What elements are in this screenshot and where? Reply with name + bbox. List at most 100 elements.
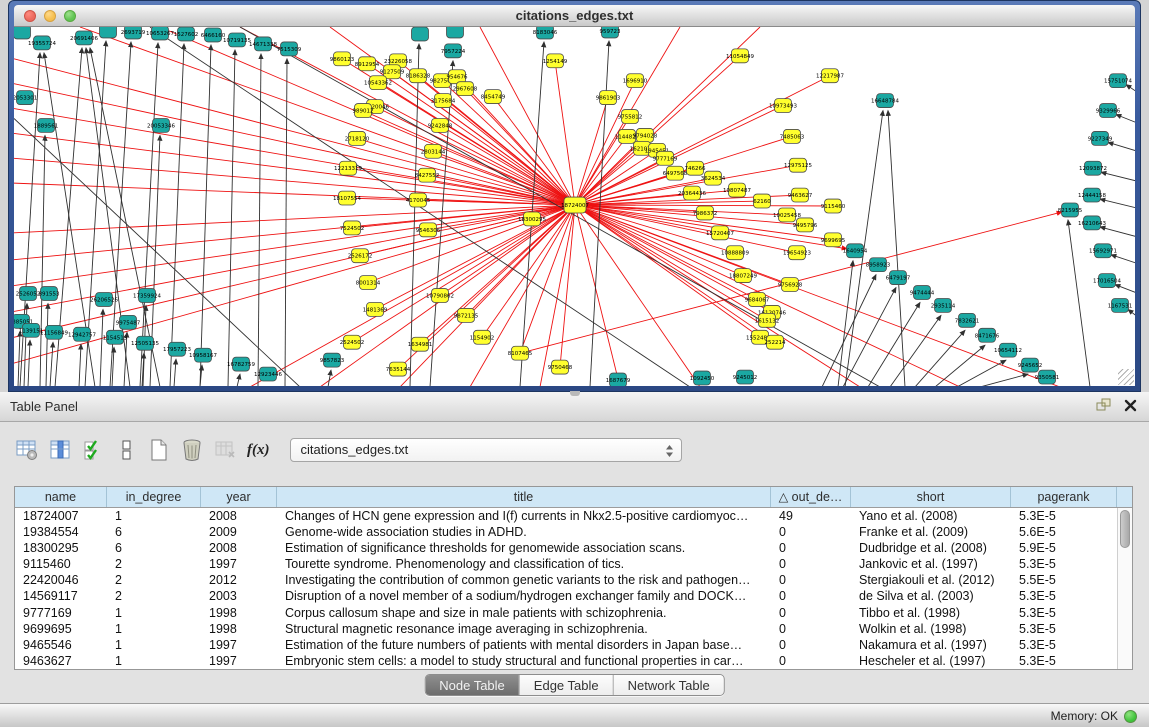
citation-edge-black[interactable] xyxy=(328,370,331,386)
table-cell[interactable]: Nakamura et al. (1997) xyxy=(851,637,1011,653)
graph-node[interactable]: 1696910 xyxy=(623,74,648,88)
table-cell[interactable]: 1 xyxy=(107,653,201,669)
tab-edge-table[interactable]: Edge Table xyxy=(520,675,614,695)
table-cell[interactable]: 9465546 xyxy=(15,637,107,653)
graph-node[interactable]: 2718120 xyxy=(345,131,370,145)
graph-node[interactable]: 989012 xyxy=(353,104,374,118)
citation-edge-black[interactable] xyxy=(888,111,905,386)
citation-edge-red[interactable] xyxy=(560,205,575,367)
graph-node[interactable]: 7635144 xyxy=(386,362,411,376)
combo-stepper-icon[interactable] xyxy=(664,442,676,459)
table-row[interactable]: 969969511998Structural magnetic resonanc… xyxy=(15,621,1117,637)
close-window-icon[interactable] xyxy=(24,10,36,22)
graph-node[interactable] xyxy=(14,27,31,39)
table-row[interactable]: 911546021997Tourette syndrome. Phenomeno… xyxy=(15,556,1117,572)
graph-node[interactable]: 20691406 xyxy=(70,31,98,45)
citation-edge-black[interactable] xyxy=(28,340,30,386)
citation-edge-red[interactable] xyxy=(575,205,700,386)
window-resize-grip-icon[interactable] xyxy=(1118,369,1134,385)
column-header-name[interactable]: name xyxy=(15,487,107,507)
graph-node[interactable]: 9329966 xyxy=(1096,104,1121,118)
table-cell[interactable]: 2 xyxy=(107,572,201,588)
graph-node[interactable]: 8186328 xyxy=(406,69,431,83)
citation-edge-red[interactable] xyxy=(555,61,575,205)
graph-node[interactable]: 20053346 xyxy=(147,118,175,132)
graph-node[interactable]: 9245652 xyxy=(1018,358,1042,372)
table-cell[interactable]: Estimation of the future numbers of pati… xyxy=(277,637,771,653)
table-cell[interactable]: 5.9E-5 xyxy=(1011,540,1117,556)
graph-node[interactable]: 14671338 xyxy=(249,37,277,51)
graph-node[interactable]: 17957223 xyxy=(163,342,191,356)
table-row[interactable]: 1830029562008Estimation of significance … xyxy=(15,540,1117,556)
graph-node[interactable]: 2524502 xyxy=(340,335,364,349)
graph-node[interactable]: 1092450 xyxy=(690,371,715,385)
table-cell[interactable]: 0 xyxy=(771,524,851,540)
table-cell[interactable]: 9777169 xyxy=(15,605,107,621)
graph-node[interactable]: 8183046 xyxy=(533,27,558,39)
table-row[interactable]: 1456911722003Disruption of a novel membe… xyxy=(15,588,1117,604)
citation-edge-black[interactable] xyxy=(100,309,103,386)
citation-edge-black[interactable] xyxy=(843,288,896,386)
table-cell[interactable]: Wolkin et al. (1998) xyxy=(851,621,1011,637)
graph-node[interactable]: 11156849 xyxy=(40,325,68,339)
graph-node[interactable]: 12942757 xyxy=(68,327,96,341)
graph-node[interactable]: 19355724 xyxy=(28,36,56,50)
import-table-icon[interactable] xyxy=(212,437,238,463)
graph-node[interactable]: 7986372 xyxy=(693,206,717,220)
citation-edge-red[interactable] xyxy=(575,205,960,386)
graph-node[interactable]: 9861903 xyxy=(596,91,621,105)
network-svg[interactable]: 1872400719355724206914062693719106532671… xyxy=(14,27,1135,386)
table-row[interactable]: 946362711997Embryonic stem cells: a mode… xyxy=(15,653,1117,669)
table-cell[interactable]: 18724007 xyxy=(15,508,107,524)
graph-node[interactable]: 1154902 xyxy=(470,330,494,344)
table-cell[interactable]: 6 xyxy=(107,524,201,540)
table-cell[interactable]: Disruption of a novel member of a sodium… xyxy=(277,588,771,604)
table-cell[interactable]: 19384554 xyxy=(15,524,107,540)
table-cell[interactable]: Jankovic et al. (1997) xyxy=(851,556,1011,572)
table-cell[interactable]: 1998 xyxy=(201,605,277,621)
citation-edge-black[interactable] xyxy=(1068,220,1090,386)
table-cell[interactable]: 1 xyxy=(107,637,201,653)
zoom-window-icon[interactable] xyxy=(64,10,76,22)
table-cell[interactable]: 1 xyxy=(107,508,201,524)
citation-edge-black[interactable] xyxy=(1101,172,1135,182)
graph-node[interactable]: 2526172 xyxy=(348,249,372,263)
graph-node[interactable]: 10807487 xyxy=(723,183,751,197)
graph-node[interactable]: 9975487 xyxy=(116,315,141,329)
citation-edge-red[interactable] xyxy=(575,205,790,285)
graph-node[interactable]: 26206526 xyxy=(90,293,118,307)
graph-node[interactable]: 8471676 xyxy=(975,328,1000,342)
graph-node[interactable]: 2935114 xyxy=(931,298,956,312)
table-cell[interactable]: Yano et al. (2008) xyxy=(851,508,1011,524)
citation-edge-black[interactable] xyxy=(1100,227,1135,238)
citation-edge-black[interactable] xyxy=(50,342,53,386)
table-cell[interactable]: Embryonic stem cells: a model to study s… xyxy=(277,653,771,669)
table-row[interactable]: 946554611997Estimation of the future num… xyxy=(15,637,1117,653)
table-cell[interactable]: 0 xyxy=(771,540,851,556)
citation-edge-black[interactable] xyxy=(868,302,920,386)
table-cell[interactable]: Stergiakouli et al. (2012) xyxy=(851,572,1011,588)
citation-edge-black[interactable] xyxy=(1116,115,1135,125)
citation-edge-black[interactable] xyxy=(935,345,985,386)
graph-node[interactable]: 9495796 xyxy=(793,218,818,232)
minimize-window-icon[interactable] xyxy=(44,10,56,22)
table-cell[interactable]: 0 xyxy=(771,572,851,588)
column-header-in_degree[interactable]: in_degree xyxy=(107,487,201,507)
graph-node[interactable]: 12505135 xyxy=(131,336,159,350)
graph-node[interactable]: 10958167 xyxy=(189,348,217,362)
table-cell[interactable]: Estimation of significance thresholds fo… xyxy=(277,540,771,556)
column-header-year[interactable]: year xyxy=(201,487,277,507)
graph-node[interactable]: 16648784 xyxy=(871,94,899,108)
citation-edge-black[interactable] xyxy=(258,54,261,386)
table-select-combo[interactable]: citations_edges.txt xyxy=(290,438,682,462)
column-header-out_de[interactable]: △ out_de… xyxy=(771,487,851,507)
citation-edge-black[interactable] xyxy=(240,27,880,386)
citation-edge-red[interactable] xyxy=(575,201,762,205)
select-rows-icon[interactable] xyxy=(80,437,106,463)
citation-edge-red[interactable] xyxy=(433,151,575,205)
graph-node[interactable]: 6466160 xyxy=(201,28,226,42)
citation-edge-red[interactable] xyxy=(360,205,575,256)
tab-network-table[interactable]: Network Table xyxy=(614,675,724,695)
table-cell[interactable]: 2008 xyxy=(201,508,277,524)
table-vertical-scrollbar[interactable] xyxy=(1117,508,1132,669)
